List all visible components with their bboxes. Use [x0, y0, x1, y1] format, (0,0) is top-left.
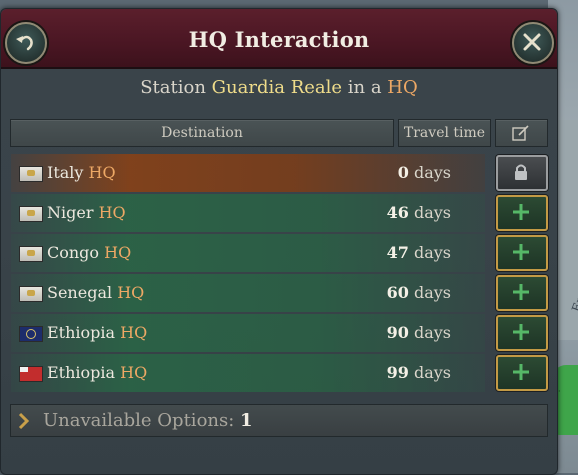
panel-header: HQ Interaction [1, 9, 557, 69]
travel-time: 60 days [386, 283, 451, 302]
destination-row[interactable]: Ethiopia HQ 90 days [11, 314, 485, 352]
panel-title: HQ Interaction [188, 27, 370, 52]
locked-button[interactable] [496, 155, 548, 191]
destination-row[interactable]: Italy HQ 0 days [11, 154, 485, 192]
close-button[interactable] [512, 22, 554, 64]
travel-time: 47 days [386, 243, 451, 262]
add-station-button[interactable] [496, 275, 548, 311]
map-landmass: Em [556, 120, 578, 340]
unit-name: Guardia Reale [211, 77, 343, 98]
unavailable-options-toggle[interactable]: Unavailable Options: 1 [10, 404, 548, 437]
subtitle-prefix: Station [140, 77, 212, 98]
chevron-right-icon [18, 412, 30, 430]
plus-icon [513, 324, 529, 340]
subtitle-middle: in a [342, 77, 388, 98]
add-station-button[interactable] [496, 355, 548, 391]
destination-row[interactable]: Niger HQ 46 days [11, 194, 485, 232]
station-subtitle: Station Guardia Reale in a HQ [1, 77, 557, 98]
column-header-travel-time[interactable]: Travel time [398, 119, 491, 147]
plus-icon [513, 364, 529, 380]
plus-icon [513, 284, 529, 300]
close-icon [523, 33, 541, 51]
travel-time: 90 days [386, 323, 451, 342]
subtitle-target: HQ [387, 77, 418, 98]
add-station-button[interactable] [496, 235, 548, 271]
back-arrow-icon [16, 35, 33, 51]
add-station-button[interactable] [496, 195, 548, 231]
unavailable-options-label: Unavailable Options: 1 [43, 410, 253, 431]
hq-interaction-panel: HQ Interaction Station Guardia Reale in … [0, 8, 558, 475]
travel-time: 99 days [386, 363, 451, 382]
map-label: Em [569, 290, 578, 314]
plus-icon [513, 204, 529, 220]
travel-time: 46 days [386, 203, 451, 222]
column-header-destination[interactable]: Destination [10, 119, 394, 147]
lock-icon [515, 164, 527, 180]
back-button[interactable] [5, 22, 47, 64]
destination-row[interactable]: Congo HQ 47 days [11, 234, 485, 272]
destination-row[interactable]: Senegal HQ 60 days [11, 274, 485, 312]
plus-icon [513, 244, 529, 260]
column-header-action[interactable] [495, 119, 548, 147]
travel-time: 0 days [397, 163, 451, 182]
edit-icon [512, 125, 529, 141]
add-station-button[interactable] [496, 315, 548, 351]
destination-row[interactable]: Ethiopia HQ 99 days [11, 354, 485, 392]
unavailable-options-count: 1 [240, 410, 253, 431]
